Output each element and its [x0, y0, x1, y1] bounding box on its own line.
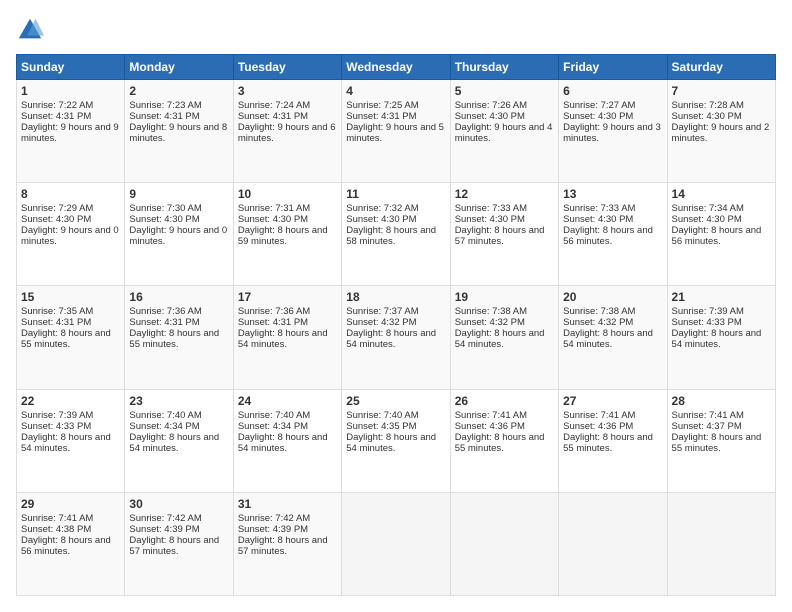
calendar-header-row: SundayMondayTuesdayWednesdayThursdayFrid…: [17, 55, 776, 80]
calendar-cell: 16Sunrise: 7:36 AMSunset: 4:31 PMDayligh…: [125, 286, 233, 389]
calendar-cell: 1Sunrise: 7:22 AMSunset: 4:31 PMDaylight…: [17, 80, 125, 183]
calendar-cell: 27Sunrise: 7:41 AMSunset: 4:36 PMDayligh…: [559, 389, 667, 492]
calendar-cell: [667, 492, 775, 595]
calendar-cell: [450, 492, 558, 595]
day-number: 8: [21, 187, 120, 201]
calendar-day-header: Monday: [125, 55, 233, 80]
day-number: 6: [563, 84, 662, 98]
calendar-cell: 6Sunrise: 7:27 AMSunset: 4:30 PMDaylight…: [559, 80, 667, 183]
calendar-cell: 11Sunrise: 7:32 AMSunset: 4:30 PMDayligh…: [342, 183, 450, 286]
day-number: 26: [455, 394, 554, 408]
calendar-cell: 2Sunrise: 7:23 AMSunset: 4:31 PMDaylight…: [125, 80, 233, 183]
day-number: 28: [672, 394, 771, 408]
calendar-week-row: 8Sunrise: 7:29 AMSunset: 4:30 PMDaylight…: [17, 183, 776, 286]
calendar-cell: 5Sunrise: 7:26 AMSunset: 4:30 PMDaylight…: [450, 80, 558, 183]
day-number: 9: [129, 187, 228, 201]
calendar-day-header: Thursday: [450, 55, 558, 80]
calendar-cell: 18Sunrise: 7:37 AMSunset: 4:32 PMDayligh…: [342, 286, 450, 389]
calendar-cell: 7Sunrise: 7:28 AMSunset: 4:30 PMDaylight…: [667, 80, 775, 183]
calendar-cell: 9Sunrise: 7:30 AMSunset: 4:30 PMDaylight…: [125, 183, 233, 286]
day-number: 3: [238, 84, 337, 98]
day-number: 2: [129, 84, 228, 98]
calendar-week-row: 22Sunrise: 7:39 AMSunset: 4:33 PMDayligh…: [17, 389, 776, 492]
calendar-table: SundayMondayTuesdayWednesdayThursdayFrid…: [16, 54, 776, 596]
calendar-cell: 22Sunrise: 7:39 AMSunset: 4:33 PMDayligh…: [17, 389, 125, 492]
day-number: 7: [672, 84, 771, 98]
calendar-cell: 21Sunrise: 7:39 AMSunset: 4:33 PMDayligh…: [667, 286, 775, 389]
day-number: 23: [129, 394, 228, 408]
calendar-cell: 12Sunrise: 7:33 AMSunset: 4:30 PMDayligh…: [450, 183, 558, 286]
day-number: 5: [455, 84, 554, 98]
calendar-cell: 14Sunrise: 7:34 AMSunset: 4:30 PMDayligh…: [667, 183, 775, 286]
calendar-week-row: 1Sunrise: 7:22 AMSunset: 4:31 PMDaylight…: [17, 80, 776, 183]
day-number: 16: [129, 290, 228, 304]
day-number: 20: [563, 290, 662, 304]
day-number: 27: [563, 394, 662, 408]
day-number: 22: [21, 394, 120, 408]
day-number: 21: [672, 290, 771, 304]
calendar-cell: 10Sunrise: 7:31 AMSunset: 4:30 PMDayligh…: [233, 183, 341, 286]
calendar-cell: [342, 492, 450, 595]
calendar-cell: 15Sunrise: 7:35 AMSunset: 4:31 PMDayligh…: [17, 286, 125, 389]
calendar-cell: 28Sunrise: 7:41 AMSunset: 4:37 PMDayligh…: [667, 389, 775, 492]
day-number: 25: [346, 394, 445, 408]
page: SundayMondayTuesdayWednesdayThursdayFrid…: [0, 0, 792, 612]
day-number: 12: [455, 187, 554, 201]
calendar-cell: 13Sunrise: 7:33 AMSunset: 4:30 PMDayligh…: [559, 183, 667, 286]
day-number: 30: [129, 497, 228, 511]
day-number: 19: [455, 290, 554, 304]
calendar-cell: 19Sunrise: 7:38 AMSunset: 4:32 PMDayligh…: [450, 286, 558, 389]
calendar-cell: 8Sunrise: 7:29 AMSunset: 4:30 PMDaylight…: [17, 183, 125, 286]
calendar-cell: [559, 492, 667, 595]
day-number: 17: [238, 290, 337, 304]
day-number: 15: [21, 290, 120, 304]
day-number: 4: [346, 84, 445, 98]
calendar-day-header: Sunday: [17, 55, 125, 80]
day-number: 11: [346, 187, 445, 201]
calendar-week-row: 29Sunrise: 7:41 AMSunset: 4:38 PMDayligh…: [17, 492, 776, 595]
calendar-cell: 29Sunrise: 7:41 AMSunset: 4:38 PMDayligh…: [17, 492, 125, 595]
calendar-cell: 17Sunrise: 7:36 AMSunset: 4:31 PMDayligh…: [233, 286, 341, 389]
day-number: 31: [238, 497, 337, 511]
calendar-day-header: Wednesday: [342, 55, 450, 80]
logo: [16, 16, 48, 44]
day-number: 24: [238, 394, 337, 408]
day-number: 13: [563, 187, 662, 201]
day-number: 18: [346, 290, 445, 304]
calendar-day-header: Tuesday: [233, 55, 341, 80]
calendar-cell: 3Sunrise: 7:24 AMSunset: 4:31 PMDaylight…: [233, 80, 341, 183]
calendar-cell: 31Sunrise: 7:42 AMSunset: 4:39 PMDayligh…: [233, 492, 341, 595]
calendar-day-header: Saturday: [667, 55, 775, 80]
calendar-cell: 25Sunrise: 7:40 AMSunset: 4:35 PMDayligh…: [342, 389, 450, 492]
header: [16, 16, 776, 44]
calendar-week-row: 15Sunrise: 7:35 AMSunset: 4:31 PMDayligh…: [17, 286, 776, 389]
calendar-day-header: Friday: [559, 55, 667, 80]
day-number: 1: [21, 84, 120, 98]
calendar-cell: 24Sunrise: 7:40 AMSunset: 4:34 PMDayligh…: [233, 389, 341, 492]
day-number: 29: [21, 497, 120, 511]
logo-icon: [16, 16, 44, 44]
calendar-cell: 23Sunrise: 7:40 AMSunset: 4:34 PMDayligh…: [125, 389, 233, 492]
calendar-cell: 20Sunrise: 7:38 AMSunset: 4:32 PMDayligh…: [559, 286, 667, 389]
calendar-body: 1Sunrise: 7:22 AMSunset: 4:31 PMDaylight…: [17, 80, 776, 596]
day-number: 10: [238, 187, 337, 201]
calendar-cell: 26Sunrise: 7:41 AMSunset: 4:36 PMDayligh…: [450, 389, 558, 492]
day-number: 14: [672, 187, 771, 201]
calendar-cell: 4Sunrise: 7:25 AMSunset: 4:31 PMDaylight…: [342, 80, 450, 183]
calendar-cell: 30Sunrise: 7:42 AMSunset: 4:39 PMDayligh…: [125, 492, 233, 595]
